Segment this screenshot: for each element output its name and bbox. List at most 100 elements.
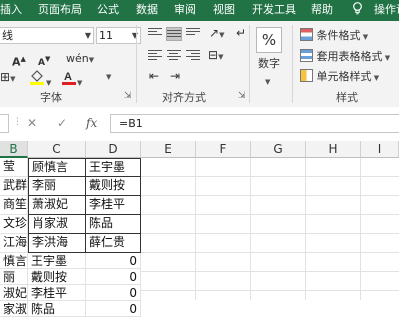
align-right-icon[interactable] bbox=[186, 50, 200, 62]
insert-function-icon[interactable]: fx bbox=[86, 116, 97, 130]
cell-c7[interactable]: 戴则按 bbox=[28, 269, 86, 285]
tab-page-layout[interactable]: 页面布局 bbox=[38, 3, 82, 17]
tab-data[interactable]: 数据 bbox=[136, 3, 158, 17]
ribbon-tab-bar: 插入 页面布局 公式 数据 审阅 视图 开发工具 帮助 操作说 bbox=[0, 0, 399, 21]
increase-indent-icon[interactable]: ⇥ bbox=[170, 69, 180, 83]
cell-d4[interactable]: 陈品 bbox=[85, 214, 141, 234]
svg-text:A: A bbox=[64, 71, 72, 83]
column-header-i[interactable]: I bbox=[361, 141, 399, 158]
align-left-icon[interactable] bbox=[148, 50, 162, 62]
decrease-font-icon[interactable]: A▼ bbox=[38, 52, 50, 70]
formula-input[interactable]: =B1 bbox=[110, 114, 399, 133]
formula-bar: ⋮ ✕ ✓ fx =B1 bbox=[0, 107, 399, 142]
cell-c9[interactable]: 陈品 bbox=[28, 301, 86, 317]
cell-d9[interactable]: 0 bbox=[86, 301, 141, 317]
percent-icon[interactable]: % bbox=[256, 27, 282, 53]
cell-c5[interactable]: 李洪海 bbox=[28, 233, 86, 253]
group-divider bbox=[249, 25, 250, 103]
chevron-down-icon: ▼ bbox=[84, 31, 91, 40]
table-icon bbox=[300, 49, 313, 62]
cell-d6[interactable]: 0 bbox=[86, 253, 141, 269]
column-header-b[interactable]: B bbox=[0, 141, 28, 158]
column-header-g[interactable]: G bbox=[251, 141, 306, 158]
font-name-box[interactable]: 线 ▼ bbox=[0, 27, 94, 44]
cell-b5[interactable]: 江海 bbox=[0, 234, 28, 253]
cell-styles-label: 单元格样式 bbox=[316, 70, 372, 83]
column-header-c[interactable]: C bbox=[28, 141, 86, 158]
column-header-e[interactable]: E bbox=[141, 141, 196, 158]
alignment-dialog-launcher-icon[interactable]: ⇲ bbox=[238, 89, 246, 103]
decrease-indent-icon[interactable]: ⇤ bbox=[149, 69, 159, 83]
cell-c4[interactable]: 肖家淑 bbox=[28, 214, 86, 234]
tab-help[interactable]: 帮助 bbox=[311, 3, 333, 17]
cancel-icon[interactable]: ✕ bbox=[27, 116, 37, 130]
cell-d1[interactable]: 王宇墨 bbox=[85, 158, 141, 177]
cell-c1[interactable]: 顾慎言 bbox=[28, 158, 86, 177]
tab-tell-me[interactable]: 操作说 bbox=[374, 3, 399, 17]
tab-formulas[interactable]: 公式 bbox=[97, 3, 119, 17]
font-extra-icon[interactable]: ▼ bbox=[106, 69, 111, 84]
name-box[interactable] bbox=[0, 114, 9, 133]
cell-d5[interactable]: 薛仁贵 bbox=[85, 233, 141, 253]
merge-center-icon[interactable]: ⊟▼ bbox=[208, 48, 223, 64]
number-format-dropdown-icon[interactable]: ▼ bbox=[265, 74, 270, 89]
phonetic-icon[interactable]: wén▼ bbox=[66, 52, 94, 67]
column-header-f[interactable]: F bbox=[196, 141, 251, 158]
enter-icon[interactable]: ✓ bbox=[57, 116, 67, 130]
cell-d7[interactable]: 0 bbox=[86, 269, 141, 285]
cell-b2[interactable]: 武群 bbox=[0, 177, 28, 196]
cell-styles-icon bbox=[300, 69, 313, 82]
align-top-icon[interactable] bbox=[148, 28, 162, 40]
chevron-down-icon: ▼ bbox=[131, 31, 138, 40]
paint-bucket-icon bbox=[30, 70, 44, 85]
group-divider bbox=[136, 25, 137, 103]
column-header-h[interactable]: H bbox=[306, 141, 361, 158]
orientation-icon[interactable]: ↗▼ bbox=[209, 26, 224, 42]
styles-group-label: 样式 bbox=[336, 91, 358, 104]
cell-d2[interactable]: 戴则按 bbox=[85, 176, 141, 196]
conditional-formatting-button[interactable]: 条件格式 ▼ bbox=[300, 28, 368, 44]
cell-b7[interactable]: 丽 bbox=[0, 269, 28, 285]
conditional-formatting-icon bbox=[300, 28, 313, 41]
cell-c3[interactable]: 萧淑妃 bbox=[28, 195, 86, 215]
font-size-value: 11 bbox=[99, 29, 113, 42]
cell-styles-button[interactable]: 单元格样式 ▼ bbox=[300, 69, 379, 85]
increase-font-icon[interactable]: A▲ bbox=[12, 52, 26, 70]
tab-insert[interactable]: 插入 bbox=[0, 3, 22, 17]
conditional-formatting-label: 条件格式 bbox=[316, 29, 361, 42]
column-header-d[interactable]: D bbox=[86, 141, 141, 158]
cell-c2[interactable]: 李丽 bbox=[28, 176, 86, 196]
font-color-icon[interactable]: A ▼ bbox=[61, 69, 82, 90]
align-center-icon[interactable] bbox=[167, 50, 181, 62]
cell-d3[interactable]: 李桂平 bbox=[85, 195, 141, 215]
cell-c6[interactable]: 王宇墨 bbox=[28, 253, 86, 269]
borders-icon[interactable]: ⊞▼ bbox=[0, 70, 15, 86]
formula-bar-menu-icon[interactable]: ⋮ bbox=[13, 117, 22, 127]
font-size-box[interactable]: 11 ▼ bbox=[96, 27, 141, 44]
cell-b3[interactable]: 商笙 bbox=[0, 196, 28, 215]
lightbulb-icon[interactable] bbox=[352, 2, 363, 15]
tab-view[interactable]: 视图 bbox=[213, 3, 235, 17]
font-name-value: 线 bbox=[2, 29, 13, 42]
cell-b8[interactable]: 淑妃 bbox=[0, 285, 28, 301]
font-group-label: 字体 bbox=[40, 91, 62, 104]
align-middle-icon[interactable] bbox=[166, 27, 182, 41]
tab-developer[interactable]: 开发工具 bbox=[252, 3, 296, 17]
number-format-button[interactable]: 数字 bbox=[258, 57, 280, 71]
tab-review[interactable]: 审阅 bbox=[174, 3, 196, 17]
cell-d8[interactable]: 0 bbox=[86, 285, 141, 301]
cell-b4[interactable]: 文珍 bbox=[0, 215, 28, 234]
cell-b1[interactable]: 莹 bbox=[0, 158, 28, 177]
format-as-table-button[interactable]: 套用表格格式 ▼ bbox=[300, 49, 390, 65]
cell-b6[interactable]: 慎言 bbox=[0, 253, 28, 269]
alignment-group-label: 对齐方式 bbox=[162, 91, 206, 104]
font-dialog-launcher-icon[interactable]: ⇲ bbox=[124, 89, 132, 103]
font-color-a-icon: A bbox=[62, 71, 76, 85]
empty-cells[interactable] bbox=[141, 158, 399, 300]
format-as-table-label: 套用表格格式 bbox=[316, 50, 383, 63]
align-bottom-icon[interactable] bbox=[186, 28, 200, 40]
cell-b9[interactable]: 家淑 bbox=[0, 301, 28, 317]
wrap-text-icon[interactable]: ↵ bbox=[236, 26, 246, 40]
fill-color-icon[interactable]: ▼ bbox=[28, 69, 51, 90]
cell-c8[interactable]: 李桂平 bbox=[28, 285, 86, 301]
